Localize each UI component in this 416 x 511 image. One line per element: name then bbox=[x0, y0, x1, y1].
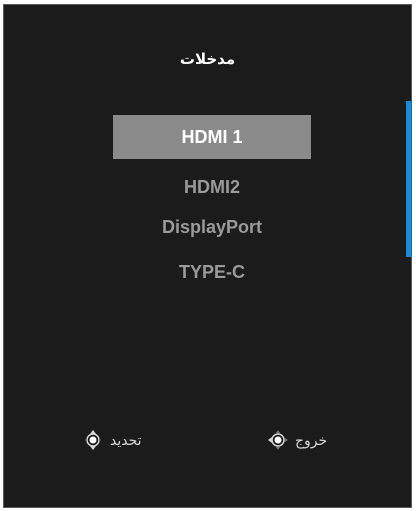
scrollbar[interactable] bbox=[406, 101, 411, 257]
menu-item-label: HDMI 1 bbox=[181, 126, 243, 147]
menu-title: مدخلات bbox=[179, 51, 236, 68]
menu-item-hdmi2[interactable]: HDMI2 bbox=[113, 165, 311, 209]
menu-item-displayport[interactable]: DisplayPort bbox=[113, 205, 311, 249]
exit-label: خروج bbox=[295, 431, 328, 448]
joystick-vertical-icon bbox=[85, 430, 101, 450]
select-hint: تحديد bbox=[82, 429, 142, 451]
osd-panel: مدخلات HDMI 1 HDMI2 DisplayPort TYPE-C ت… bbox=[3, 4, 412, 508]
menu-item-label: DisplayPort bbox=[161, 216, 263, 237]
menu-item-hdmi1[interactable]: HDMI 1 bbox=[113, 115, 311, 159]
joystick-left-icon bbox=[268, 430, 288, 450]
exit-hint: خروج bbox=[267, 429, 327, 451]
menu-item-label: TYPE-C bbox=[178, 261, 245, 282]
menu-item-label: HDMI2 bbox=[183, 176, 240, 197]
menu-item-typec[interactable]: TYPE-C bbox=[113, 250, 311, 294]
select-label: تحديد bbox=[110, 431, 142, 448]
